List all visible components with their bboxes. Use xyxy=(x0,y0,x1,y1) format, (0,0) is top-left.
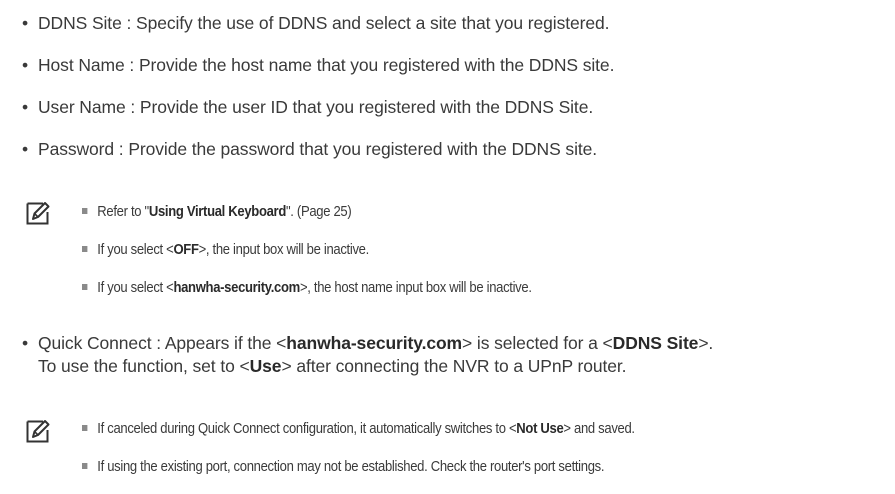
note-item: Refer to "Using Virtual Keyboard". (Page… xyxy=(82,202,352,222)
square-bullet-icon xyxy=(82,463,88,469)
bullet-label: User Name xyxy=(38,97,126,117)
bullet-text: Provide the host name that you registere… xyxy=(138,55,615,75)
bullet-quick-connect: • Quick Connect : Appears if the <hanwha-… xyxy=(22,333,714,353)
square-bullet-icon xyxy=(82,208,88,214)
bullet-ddns-site: • DDNS Site : Specify the use of DDNS and… xyxy=(22,13,610,33)
bullet-dot: • xyxy=(22,13,29,33)
bullet-label: DDNS Site xyxy=(38,13,122,33)
note-pencil-icon xyxy=(26,420,50,443)
square-bullet-icon xyxy=(82,284,88,290)
note-item: If you select <OFF>, the input box will … xyxy=(82,240,369,260)
bullet-password: • Password : Provide the password that yo… xyxy=(22,139,598,159)
bullet-dot: • xyxy=(22,97,29,117)
bullet-text: Specify the use of DDNS and select a sit… xyxy=(136,13,610,33)
bullet-dot: • xyxy=(22,139,29,159)
bullet-label: Password xyxy=(38,139,115,159)
square-bullet-icon xyxy=(82,246,88,252)
quick-connect-continuation: To use the function, set to <Use> after … xyxy=(38,356,627,376)
bullet-dot: • xyxy=(22,333,29,353)
bullet-text: Provide the password that you registered… xyxy=(128,139,598,159)
note-item: If using the existing port, connection m… xyxy=(82,457,604,477)
note-pencil-icon xyxy=(26,202,50,225)
note-item: If you select <hanwha-security.com>, the… xyxy=(82,278,532,298)
bullet-label: Quick Connect xyxy=(38,333,152,353)
bullet-text: Provide the user ID that you registered … xyxy=(139,97,594,117)
square-bullet-icon xyxy=(82,425,88,431)
note-item: If canceled during Quick Connect configu… xyxy=(82,419,635,439)
bullet-dot: • xyxy=(22,55,29,75)
bullet-host-name: • Host Name : Provide the host name that … xyxy=(22,55,615,75)
bullet-user-name: • User Name : Provide the user ID that yo… xyxy=(22,97,594,117)
bullet-label: Host Name xyxy=(38,55,125,75)
